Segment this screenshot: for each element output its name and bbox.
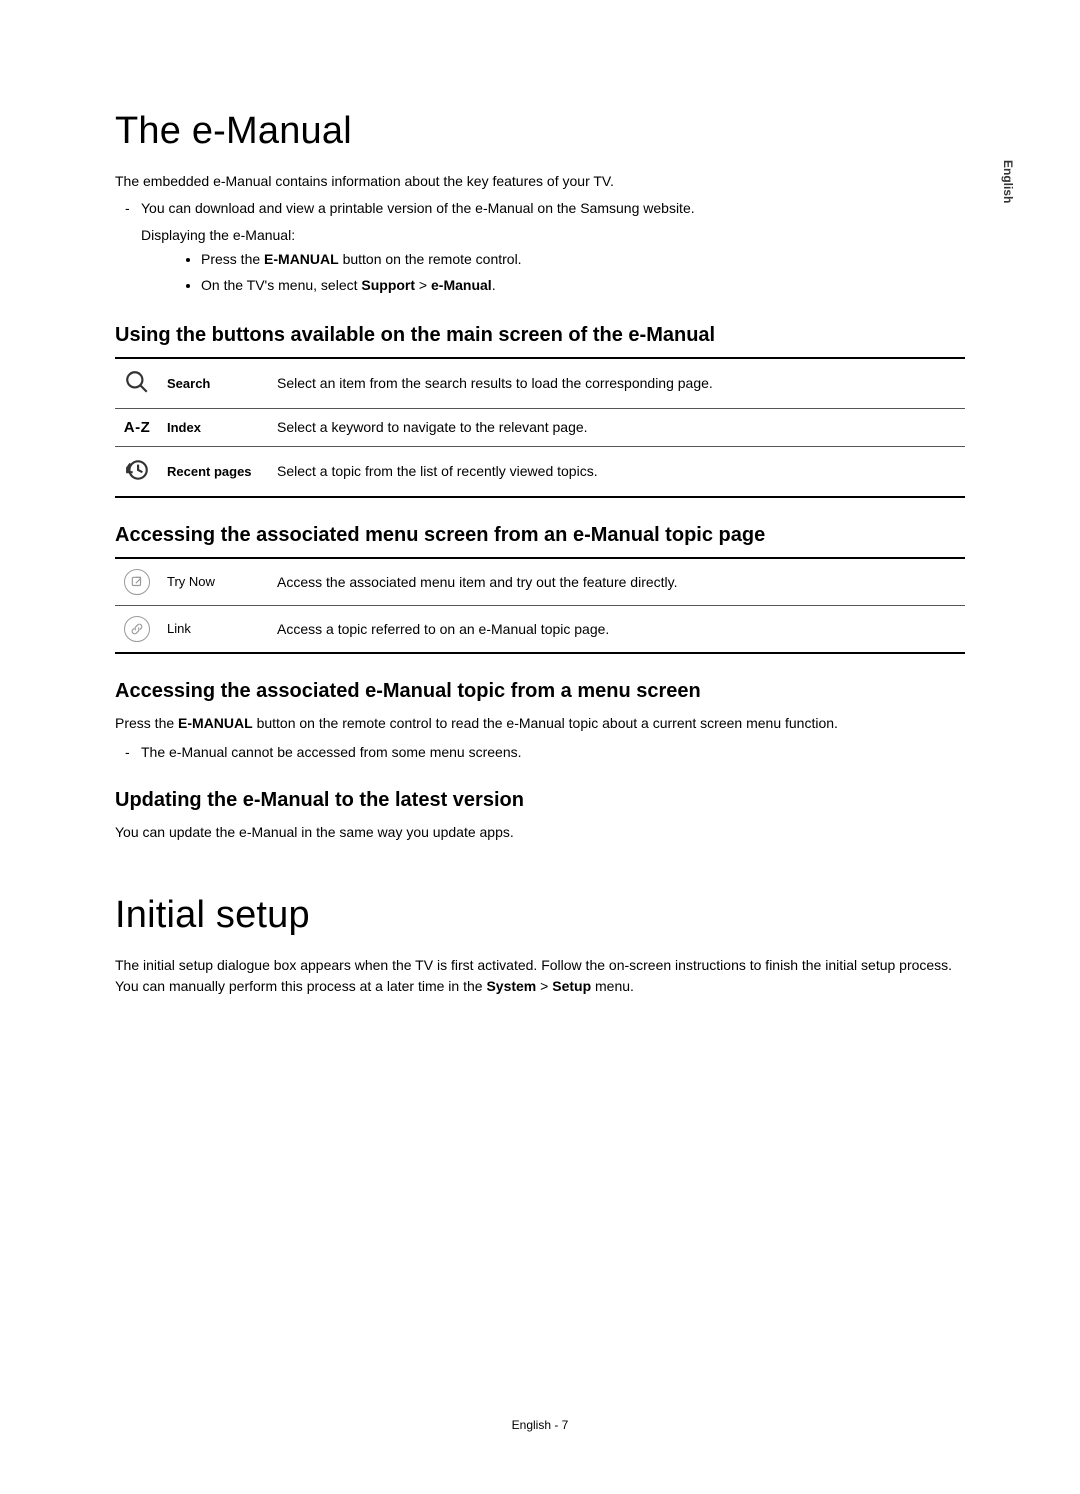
bold-text: E-MANUAL — [264, 251, 339, 267]
text: Press the — [115, 715, 178, 731]
bullet-list: Press the E-MANUAL button on the remote … — [141, 247, 965, 297]
row-desc: Select an item from the search results t… — [269, 358, 965, 409]
try-now-icon — [115, 558, 159, 606]
page-footer: English - 7 — [0, 1418, 1080, 1432]
link-icon — [115, 605, 159, 653]
bold-text: Support — [361, 277, 415, 293]
section-heading-from-menu: Accessing the associated e-Manual topic … — [115, 680, 965, 703]
row-label: Search — [159, 358, 269, 409]
dash-item: You can download and view a printable ve… — [129, 197, 965, 298]
text: menu. — [591, 978, 634, 994]
text: . — [492, 277, 496, 293]
paragraph: Press the E-MANUAL button on the remote … — [115, 713, 965, 735]
text: > — [415, 277, 431, 293]
table-row: Link Access a topic referred to on an e-… — [115, 605, 965, 653]
row-desc: Access the associated menu item and try … — [269, 558, 965, 606]
text: The e-Manual cannot be accessed from som… — [141, 744, 522, 760]
text: button on the remote control. — [339, 251, 522, 267]
section-heading-associated-menu: Accessing the associated menu screen fro… — [115, 524, 965, 547]
section-heading-buttons: Using the buttons available on the main … — [115, 324, 965, 347]
text: On the TV's menu, select — [201, 277, 361, 293]
intro-text: The embedded e-Manual contains informati… — [115, 171, 965, 191]
table-row: Search Select an item from the search re… — [115, 358, 965, 409]
bold-text: System — [486, 978, 536, 994]
bullet-item: Press the E-MANUAL button on the remote … — [201, 247, 965, 272]
side-language-label: English — [1001, 160, 1015, 203]
paragraph: The initial setup dialogue box appears w… — [115, 955, 965, 998]
bullet-item: On the TV's menu, select Support > e-Man… — [201, 273, 965, 298]
note-list: The e-Manual cannot be accessed from som… — [115, 741, 965, 763]
buttons-table: Search Select an item from the search re… — [115, 357, 965, 498]
index-icon: A-Z — [115, 408, 159, 446]
text: Press the — [201, 251, 264, 267]
search-icon — [115, 358, 159, 409]
row-label: Recent pages — [159, 446, 269, 497]
bold-text: e-Manual — [431, 277, 492, 293]
associated-table: Try Now Access the associated menu item … — [115, 557, 965, 654]
dash-item: The e-Manual cannot be accessed from som… — [129, 741, 965, 763]
section-heading-update: Updating the e-Manual to the latest vers… — [115, 789, 965, 812]
row-desc: Access a topic referred to on an e-Manua… — [269, 605, 965, 653]
table-row: Try Now Access the associated menu item … — [115, 558, 965, 606]
bold-text: E-MANUAL — [178, 715, 253, 731]
dash-subtext: Displaying the e-Manual: — [141, 224, 965, 248]
table-row: Recent pages Select a topic from the lis… — [115, 446, 965, 497]
recent-icon — [115, 446, 159, 497]
row-label: Index — [159, 408, 269, 446]
row-label: Link — [159, 605, 269, 653]
row-desc: Select a topic from the list of recently… — [269, 446, 965, 497]
az-text: A-Z — [124, 419, 151, 436]
paragraph: You can update the e-Manual in the same … — [115, 822, 965, 844]
table-row: A-Z Index Select a keyword to navigate t… — [115, 408, 965, 446]
text: > — [536, 978, 552, 994]
dash-text: You can download and view a printable ve… — [141, 200, 695, 216]
row-label: Try Now — [159, 558, 269, 606]
heading-emanual: The e-Manual — [115, 110, 965, 153]
bold-text: Setup — [552, 978, 591, 994]
text: button on the remote control to read the… — [253, 715, 838, 731]
heading-initial-setup: Initial setup — [115, 894, 965, 937]
row-desc: Select a keyword to navigate to the rele… — [269, 408, 965, 446]
intro-dash-list: You can download and view a printable ve… — [115, 197, 965, 298]
